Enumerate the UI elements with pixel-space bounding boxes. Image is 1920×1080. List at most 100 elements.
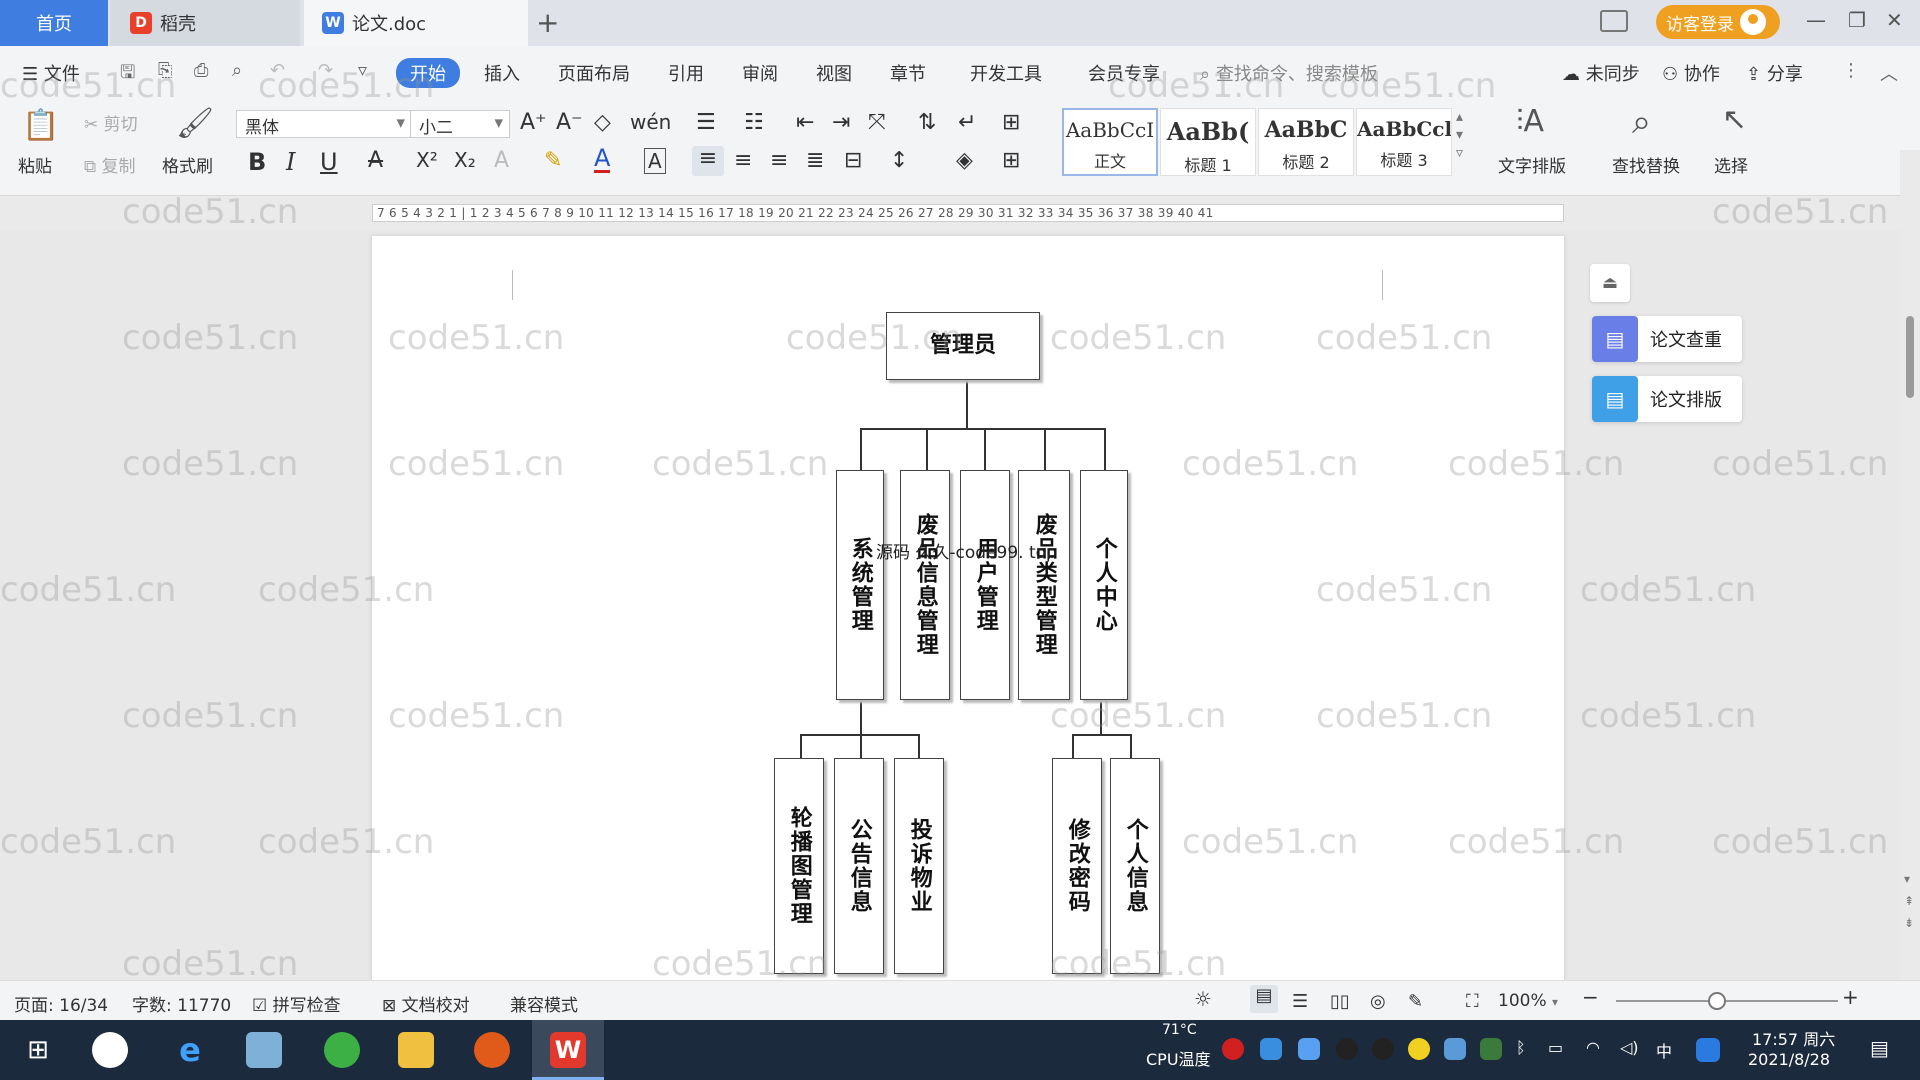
tray-app-icon[interactable] xyxy=(1260,1038,1282,1060)
zoom-out-icon[interactable]: − xyxy=(1582,985,1599,1009)
pinwheel-app-icon[interactable] xyxy=(92,1032,128,1068)
menu-file[interactable]: ☰ 文件 xyxy=(22,60,80,86)
phonetic-icon[interactable]: wén xyxy=(630,110,671,134)
format-painter-icon[interactable]: 🖌 xyxy=(176,106,214,141)
find-replace-button[interactable]: 查找替换 xyxy=(1612,152,1680,177)
menu-page-layout[interactable]: 页面布局 xyxy=(558,60,630,86)
thesis-layout-button[interactable]: ▤ 论文排版 xyxy=(1592,376,1742,422)
cursor-arrow-icon[interactable]: ↖ xyxy=(1722,102,1747,137)
outline-view-icon[interactable]: ☰ xyxy=(1292,991,1308,1012)
menu-review[interactable]: 审阅 xyxy=(742,60,778,86)
close-icon[interactable]: ✕ xyxy=(1886,8,1903,32)
tab-daoke[interactable]: D 稻壳 xyxy=(110,0,300,46)
increase-indent-icon[interactable]: ⇥ xyxy=(832,110,850,135)
vertical-scrollbar[interactable]: ▾ ⇞ ⇟ xyxy=(1900,150,1920,980)
italic-icon[interactable]: I xyxy=(286,148,295,176)
justify-icon[interactable]: ≣ xyxy=(806,148,824,173)
notepad-icon[interactable] xyxy=(246,1032,282,1068)
spell-check-button[interactable]: ☑ 拼写检查 xyxy=(252,991,341,1016)
tray-app-icon[interactable] xyxy=(1222,1038,1244,1060)
eye-protect-icon[interactable]: ☼ xyxy=(1194,987,1212,1011)
bluetooth-icon[interactable]: ᛒ xyxy=(1516,1038,1526,1057)
menu-member[interactable]: 会员专享 xyxy=(1088,60,1160,86)
wps-taskbar-item[interactable]: W xyxy=(532,1020,604,1080)
sort-icon[interactable]: ⇅ xyxy=(918,110,936,135)
format-painter-button[interactable]: 格式刷 xyxy=(162,152,213,177)
collapse-ribbon-icon[interactable]: ︿ xyxy=(1880,60,1898,86)
decrease-indent-icon[interactable]: ⇤ xyxy=(796,110,814,135)
ime-indicator[interactable]: 中 xyxy=(1656,1038,1672,1062)
tab-stops-icon[interactable]: ⊞ xyxy=(1002,110,1020,135)
text-layout-icon[interactable]: ⫶A xyxy=(1516,104,1544,139)
undo-icon[interactable]: ↶ xyxy=(270,60,285,81)
subscript-icon[interactable]: X₂ xyxy=(454,148,476,172)
quick-export-icon[interactable]: ⎘ xyxy=(158,60,172,81)
menu-home[interactable]: 开始 xyxy=(396,58,460,88)
file-explorer-icon[interactable] xyxy=(398,1032,434,1068)
word-count[interactable]: 字数: 11770 xyxy=(132,991,231,1016)
zoom-select[interactable]: 100% ▾ xyxy=(1498,991,1558,1011)
qq-icon[interactable] xyxy=(1372,1038,1394,1060)
minimize-icon[interactable]: — xyxy=(1806,8,1826,32)
highlight-icon[interactable]: ✎ xyxy=(544,148,562,173)
quick-save-icon[interactable]: 🖫 xyxy=(120,60,135,90)
distributed-icon[interactable]: ⊟ xyxy=(844,148,862,173)
tray-app-icon[interactable] xyxy=(1408,1038,1430,1060)
page-indicator[interactable]: 页面: 16/34 xyxy=(14,991,108,1016)
menu-references[interactable]: 引用 xyxy=(668,60,704,86)
font-name-select[interactable]: 黑体 ▾ xyxy=(236,110,412,138)
customize-chevron-icon[interactable]: ▿ xyxy=(358,60,367,81)
print-icon[interactable]: ⎙ xyxy=(194,60,208,81)
redo-icon[interactable]: ↷ xyxy=(318,60,333,81)
nvidia-icon[interactable] xyxy=(1480,1038,1502,1060)
clear-format-icon[interactable]: ◇ xyxy=(594,110,611,135)
shading-icon[interactable]: ◈ xyxy=(956,148,973,173)
edit-view-icon[interactable]: ✎ xyxy=(1408,991,1423,1012)
notification-icon[interactable]: ▤ xyxy=(1870,1036,1889,1060)
style-normal[interactable]: AaBbCcI 正文 xyxy=(1062,108,1158,176)
style-heading3[interactable]: AaBbCcl 标题 3 xyxy=(1356,108,1452,176)
tab-document[interactable]: W 论文.doc xyxy=(304,0,528,46)
page-view-icon[interactable]: ▤ xyxy=(1250,985,1278,1013)
menu-chapter[interactable]: 章节 xyxy=(890,60,926,86)
tab-home[interactable]: 首页 xyxy=(0,0,108,46)
qq-icon[interactable] xyxy=(1336,1038,1358,1060)
input-method-icon[interactable] xyxy=(1696,1038,1720,1062)
proofread-button[interactable]: ⊠ 文档校对 xyxy=(382,991,470,1016)
menu-insert[interactable]: 插入 xyxy=(484,60,520,86)
superscript-icon[interactable]: X² xyxy=(416,148,438,172)
prev-page-icon[interactable]: ⇞ xyxy=(1904,894,1914,908)
show-marks-icon[interactable]: ↵ xyxy=(958,110,976,135)
reading-view-icon[interactable]: ▯▯ xyxy=(1330,991,1350,1012)
new-tab-button[interactable]: + xyxy=(536,6,559,39)
scroll-down-icon[interactable]: ▾ xyxy=(1904,872,1910,886)
login-button[interactable]: 访客登录 xyxy=(1656,5,1780,39)
zoom-slider[interactable] xyxy=(1616,992,1838,1010)
copy-button[interactable]: ⧉ 复制 xyxy=(84,152,136,177)
restore-icon[interactable]: ❐ xyxy=(1848,8,1866,32)
align-right-icon[interactable]: ≡ xyxy=(770,148,788,173)
select-button[interactable]: 选择 xyxy=(1714,152,1748,177)
paste-icon[interactable]: 📋 xyxy=(22,108,59,143)
align-left-icon[interactable]: ≡ xyxy=(692,146,724,176)
shrink-font-icon[interactable]: A⁻ xyxy=(556,110,583,135)
align-center-icon[interactable]: ≡ xyxy=(734,148,752,173)
paste-button[interactable]: 粘贴 xyxy=(18,152,52,177)
cut-button[interactable]: ✂ 剪切 xyxy=(84,110,138,135)
print-preview-icon[interactable]: ⌕ xyxy=(232,60,242,81)
side-collapse-icon[interactable]: ⏏ xyxy=(1590,264,1630,302)
shield-icon[interactable] xyxy=(1298,1038,1320,1060)
bold-icon[interactable]: B xyxy=(248,148,266,176)
text-layout-button[interactable]: 文字排版 xyxy=(1498,152,1566,177)
font-color-icon[interactable]: A xyxy=(594,146,611,173)
ruler[interactable]: 7 6 5 4 3 2 1 | 1 2 3 4 5 6 7 8 9 10 11 … xyxy=(0,196,1920,230)
more-icon[interactable]: ⋮ xyxy=(1842,60,1860,81)
battery-icon[interactable]: ▭ xyxy=(1548,1038,1563,1057)
share-button[interactable]: ⇪ 分享 xyxy=(1746,60,1803,86)
char-border-icon[interactable]: A xyxy=(644,148,666,174)
wifi-icon[interactable]: ◠ xyxy=(1586,1038,1600,1057)
menu-dev-tools[interactable]: 开发工具 xyxy=(970,60,1042,86)
bullet-list-icon[interactable]: ☰ xyxy=(696,110,716,135)
grow-font-icon[interactable]: A⁺ xyxy=(520,110,547,135)
next-page-icon[interactable]: ⇟ xyxy=(1904,916,1914,930)
